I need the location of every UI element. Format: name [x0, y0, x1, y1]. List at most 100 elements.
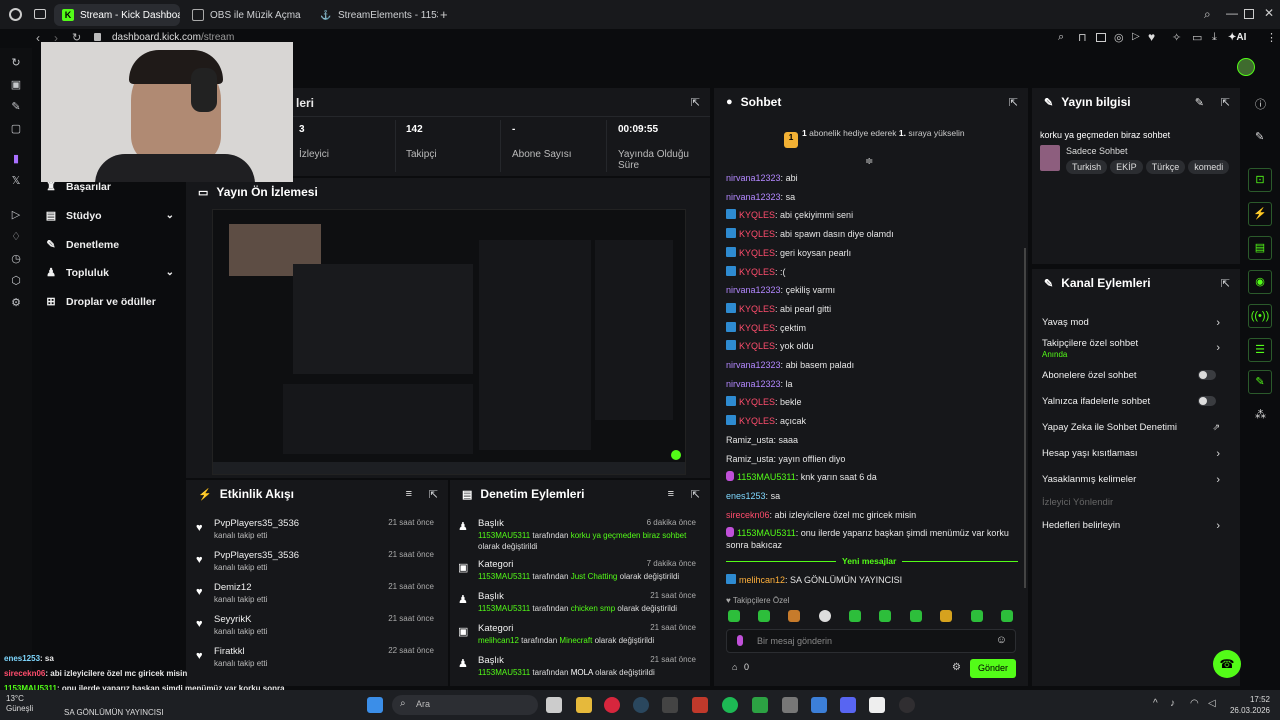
- tag-chip[interactable]: komedi: [1188, 160, 1230, 174]
- play-icon[interactable]: ▷: [1132, 31, 1140, 42]
- nav-moderation[interactable]: ✎ Denetleme: [44, 238, 119, 252]
- x-icon[interactable]: 𝕏: [9, 174, 23, 188]
- nav-community[interactable]: ♟ Topluluk ⌄: [44, 266, 174, 280]
- chat-user[interactable]: KYQLES: [739, 210, 775, 220]
- app-icon[interactable]: [811, 697, 827, 713]
- emote-icon[interactable]: [910, 610, 922, 622]
- emote-icon[interactable]: [940, 610, 952, 622]
- tag-chip[interactable]: EKİP: [1110, 160, 1143, 174]
- screenshot-icon[interactable]: [1096, 33, 1106, 42]
- action-account-age[interactable]: Hesap yaşı kısıtlaması ›: [1042, 448, 1230, 468]
- task-view-icon[interactable]: [546, 697, 562, 713]
- chat-user[interactable]: nirvana12323: [726, 173, 781, 183]
- taskbar-search[interactable]: ⌕ Ara: [392, 695, 538, 715]
- minimize-icon[interactable]: —: [1226, 6, 1238, 20]
- popout-icon[interactable]: ⇱: [691, 488, 700, 501]
- pen-icon[interactable]: ✎: [9, 100, 23, 114]
- emote-icon[interactable]: [1001, 610, 1013, 622]
- action-followers-only[interactable]: Takipçilere özel sohbet Anında ›: [1042, 338, 1230, 364]
- popout-icon[interactable]: ⇱: [429, 488, 438, 501]
- chat-user[interactable]: 1153MAU5311: [737, 472, 796, 482]
- browser-logo-icon[interactable]: [9, 8, 22, 21]
- chat-user[interactable]: 1153MAU5311: [737, 528, 796, 538]
- popout-icon[interactable]: ⇱: [1009, 96, 1018, 109]
- popout-icon[interactable]: ⇱: [1221, 96, 1230, 109]
- stream-preview-video[interactable]: [212, 209, 686, 475]
- action-emotes-only[interactable]: Yalnızca ifadelerle sohbet: [1042, 396, 1230, 416]
- avatar[interactable]: [1237, 58, 1255, 76]
- tag-chip[interactable]: Türkçe: [1145, 160, 1186, 174]
- action-banned-words[interactable]: Yasaklanmış kelimeler ›: [1042, 474, 1230, 494]
- action-slow-mode[interactable]: Yavaş mod ›: [1042, 317, 1230, 337]
- tab-overview-icon[interactable]: [34, 9, 46, 19]
- chat-scrollbar[interactable]: [1024, 248, 1026, 588]
- heart-icon[interactable]: ♥: [1148, 30, 1155, 44]
- broadcast-icon[interactable]: ((•)): [1248, 304, 1272, 328]
- nav-studio[interactable]: ▤ Stüdyo ⌄: [44, 209, 174, 223]
- windows-start-icon[interactable]: [367, 697, 383, 713]
- capcut-icon[interactable]: [869, 697, 885, 713]
- pinned-toggle-icon[interactable]: ≑: [865, 156, 873, 167]
- support-chat-button[interactable]: ☎: [1213, 650, 1241, 678]
- popout-icon[interactable]: ⇱: [1221, 277, 1230, 290]
- opera-icon[interactable]: [604, 697, 620, 713]
- mic-icon[interactable]: [737, 635, 743, 646]
- chat-user[interactable]: KYQLES: [739, 248, 775, 258]
- chat-settings-icon[interactable]: ⚙: [952, 662, 961, 673]
- toggle-switch[interactable]: [1198, 396, 1216, 406]
- chat-user[interactable]: enes1253: [726, 491, 766, 501]
- chat-user[interactable]: KYQLES: [739, 323, 775, 333]
- edit-icon[interactable]: ✎: [1195, 96, 1204, 109]
- obs-icon[interactable]: [899, 697, 915, 713]
- twitch-icon[interactable]: ▮: [9, 152, 23, 166]
- emote-icon[interactable]: [849, 610, 861, 622]
- clock-icon[interactable]: ◷: [9, 252, 23, 266]
- emoji-icon[interactable]: ☺: [996, 634, 1007, 646]
- wrench-icon[interactable]: ✎: [1248, 370, 1272, 394]
- tray-chevron-icon[interactable]: ^: [1153, 698, 1158, 709]
- emote-icon[interactable]: [971, 610, 983, 622]
- chat-user[interactable]: nirvana12323: [726, 360, 781, 370]
- menu-icon[interactable]: ⋮: [1266, 31, 1277, 44]
- file-explorer-icon[interactable]: [576, 697, 592, 713]
- chat-user[interactable]: KYQLES: [739, 267, 775, 277]
- video-icon[interactable]: ▷: [9, 208, 23, 222]
- discord-icon[interactable]: [840, 697, 856, 713]
- action-ai-moderation[interactable]: Yapay Zeka ile Sohbet Denetimi ⇗: [1042, 422, 1230, 442]
- chat-user[interactable]: nirvana12323: [726, 379, 781, 389]
- chat-user[interactable]: KYQLES: [739, 341, 775, 351]
- cube-icon[interactable]: ⬡: [9, 274, 23, 288]
- tab-kick-dashboard[interactable]: K Stream - Kick Dashboard: [54, 4, 180, 26]
- chat-user[interactable]: sirecekn06: [726, 510, 770, 520]
- info-icon[interactable]: ⓘ: [1255, 96, 1266, 112]
- wallet-icon[interactable]: ▭: [1192, 31, 1202, 44]
- filter-icon[interactable]: ≡: [668, 488, 674, 500]
- steam-icon[interactable]: [633, 697, 649, 713]
- chat-user[interactable]: nirvana12323: [726, 285, 781, 295]
- close-icon[interactable]: ✕: [1264, 6, 1274, 20]
- chat-user[interactable]: KYQLES: [739, 416, 775, 426]
- bookmark-icon[interactable]: ⊓: [1078, 31, 1087, 44]
- action-goals[interactable]: Hedefleri belirleyin ›: [1042, 520, 1230, 540]
- emote-icon[interactable]: [728, 610, 740, 622]
- emote-icon[interactable]: [879, 610, 891, 622]
- messenger-icon[interactable]: ▢: [9, 122, 23, 136]
- chat-bubble-icon[interactable]: ◉: [1248, 270, 1272, 294]
- bulb-icon[interactable]: ♢: [9, 230, 23, 244]
- epic-games-icon[interactable]: [662, 697, 678, 713]
- chat-user[interactable]: Ramiz_usta: [726, 435, 774, 445]
- xbox-icon[interactable]: [752, 697, 768, 713]
- popout-icon[interactable]: ⇱: [691, 96, 700, 109]
- chat-user[interactable]: KYQLES: [739, 229, 775, 239]
- toggle-switch[interactable]: [1198, 370, 1216, 380]
- filter-icon[interactable]: ≡: [406, 488, 412, 500]
- chat-user[interactable]: KYQLES: [739, 397, 775, 407]
- chat-user[interactable]: nirvana12323: [726, 192, 781, 202]
- emote-icon[interactable]: [758, 610, 770, 622]
- maximize-icon[interactable]: [1244, 9, 1254, 19]
- weather-widget[interactable]: 13°C Güneşli: [6, 694, 33, 714]
- lightning-icon[interactable]: ⚡: [1248, 202, 1272, 226]
- valorant-icon[interactable]: [692, 697, 708, 713]
- record-icon[interactable]: ⊡: [1248, 168, 1272, 192]
- bag-icon[interactable]: ▣: [9, 78, 23, 92]
